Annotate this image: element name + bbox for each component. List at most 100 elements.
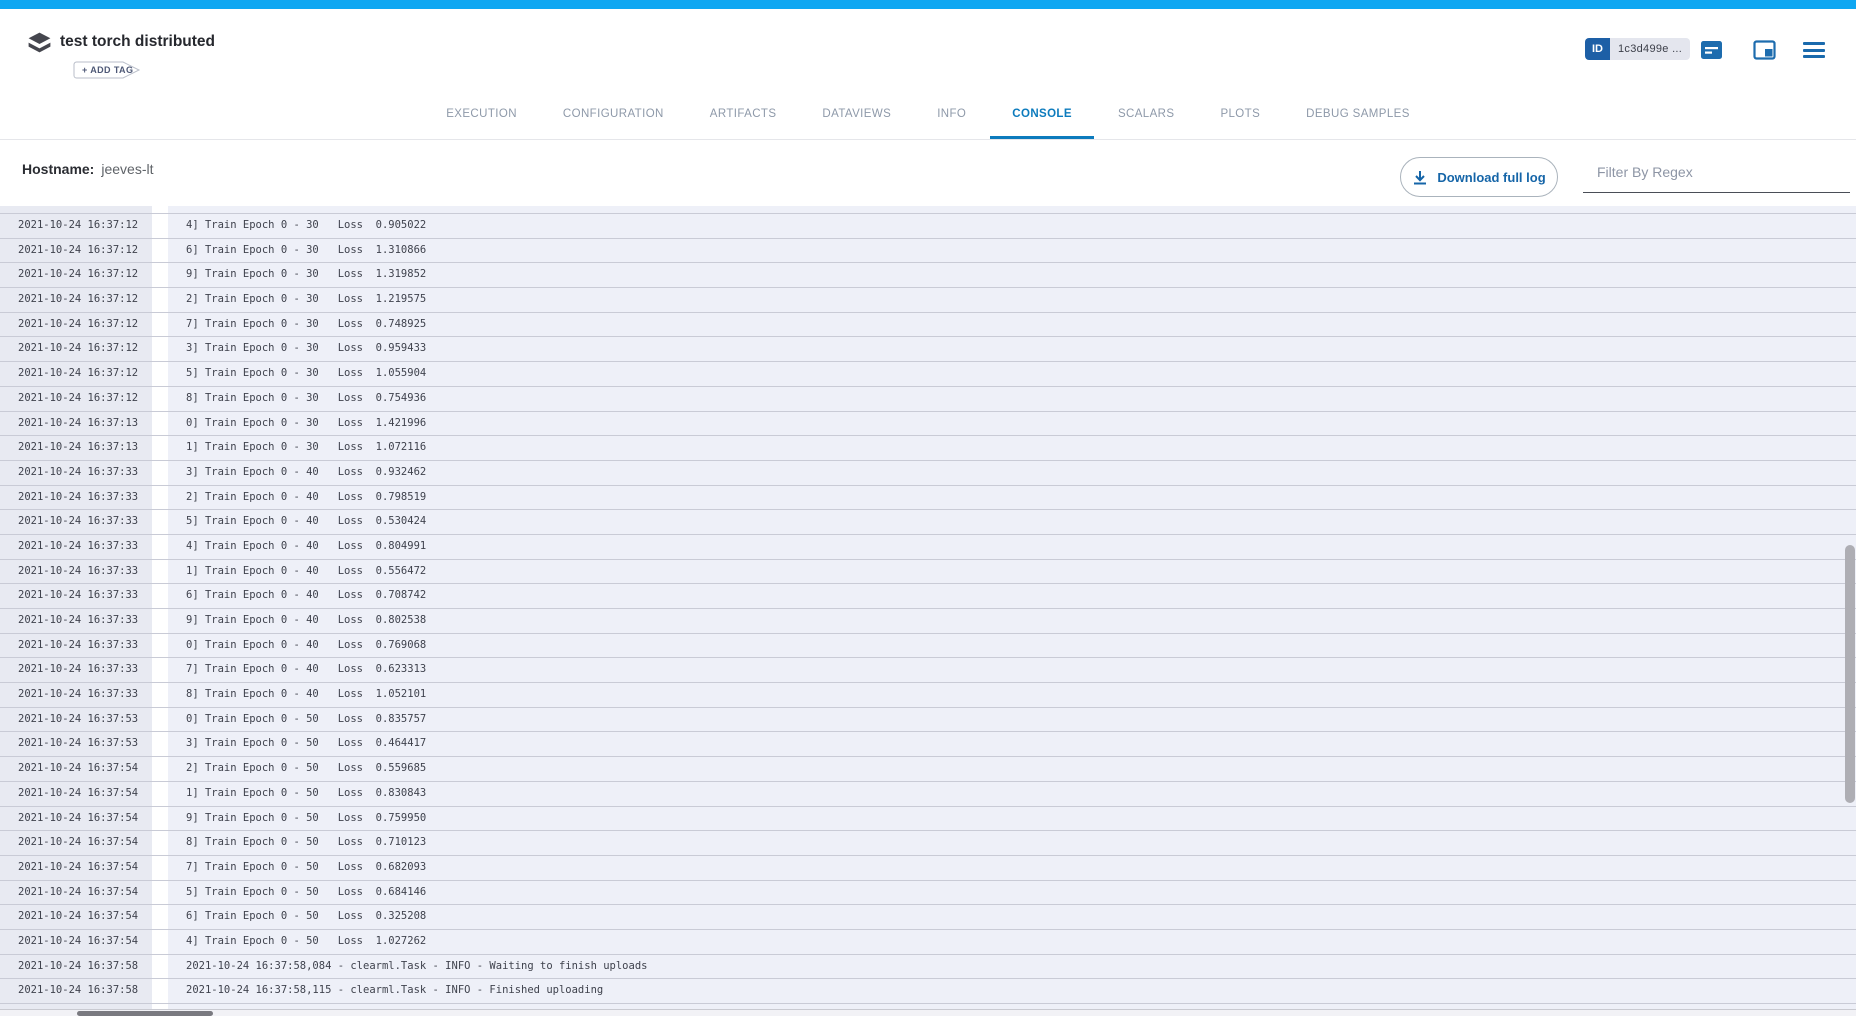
download-icon bbox=[1412, 170, 1428, 185]
page-title: test torch distributed bbox=[60, 33, 215, 51]
log-timestamp: 2021-10-24 16:37:33 bbox=[0, 535, 152, 559]
log-message: 2] Train Epoch 0 - 30 Loss 1.219575 bbox=[168, 288, 1856, 312]
log-timestamp: 2021-10-24 16:37:54 bbox=[0, 757, 152, 781]
log-message: 4] Train Epoch 0 - 40 Loss 0.804991 bbox=[168, 535, 1856, 559]
log-timestamp: 2021-10-24 16:37:13 bbox=[0, 412, 152, 436]
hostname-line: Hostname:jeeves-lt bbox=[22, 161, 154, 177]
log-message: 2021-10-24 16:37:58,115 - clearml.Task -… bbox=[168, 979, 1856, 1003]
id-badge: ID bbox=[1585, 38, 1610, 60]
console-log: 2021-10-24 16:37:12 4] Train Epoch 0 - 30… bbox=[0, 206, 1856, 1016]
log-row: 2021-10-24 16:37:33 6] Train Epoch 0 - 40… bbox=[0, 584, 1856, 609]
console-output-icon[interactable] bbox=[1700, 40, 1723, 65]
log-row: 2021-10-24 16:37:582021-10-24 16:37:58,1… bbox=[0, 979, 1856, 1004]
log-message: 5] Train Epoch 0 - 40 Loss 0.530424 bbox=[168, 510, 1856, 534]
log-message: 0] Train Epoch 0 - 40 Loss 0.769068 bbox=[168, 634, 1856, 658]
log-cell-gap bbox=[152, 831, 168, 855]
menu-icon[interactable] bbox=[1803, 42, 1825, 62]
add-tag-button[interactable]: + ADD TAG bbox=[73, 61, 141, 79]
log-timestamp: 2021-10-24 16:37:54 bbox=[0, 881, 152, 905]
log-timestamp: 2021-10-24 16:37:33 bbox=[0, 510, 152, 534]
log-row: 2021-10-24 16:37:123] Train Epoch 0 - 30… bbox=[0, 337, 1856, 362]
log-message: 1] Train Epoch 0 - 30 Loss 1.072116 bbox=[168, 436, 1856, 460]
tab-plots[interactable]: PLOTS bbox=[1212, 89, 1268, 139]
log-row: 2021-10-24 16:37:13 1] Train Epoch 0 - 30… bbox=[0, 436, 1856, 461]
log-row: 2021-10-24 16:37:12 6] Train Epoch 0 - 30… bbox=[0, 239, 1856, 264]
log-cell-gap bbox=[152, 263, 168, 287]
tab-dataviews[interactable]: DATAVIEWS bbox=[814, 89, 899, 139]
log-row: 2021-10-24 16:37:582021-10-24 16:37:58,0… bbox=[0, 955, 1856, 980]
log-row: 2021-10-24 16:37:54 9] Train Epoch 0 - 50… bbox=[0, 807, 1856, 832]
log-timestamp: 2021-10-24 16:37:33 bbox=[0, 683, 152, 707]
log-message: 4] Train Epoch 0 - 30 Loss 0.905022 bbox=[168, 214, 1856, 238]
tab-artifacts[interactable]: ARTIFACTS bbox=[702, 89, 785, 139]
log-cell-gap bbox=[152, 732, 168, 756]
tab-scalars[interactable]: SCALARS bbox=[1110, 89, 1183, 139]
log-message: 2] Train Epoch 0 - 40 Loss 0.798519 bbox=[168, 486, 1856, 510]
log-row: 2021-10-24 16:37:129] Train Epoch 0 - 30… bbox=[0, 263, 1856, 288]
log-message: 6] Train Epoch 0 - 30 Loss 1.310866 bbox=[168, 239, 1856, 263]
log-cell-gap bbox=[152, 708, 168, 732]
log-message: 5] Train Epoch 0 - 50 Loss 0.684146 bbox=[168, 881, 1856, 905]
log-message: 3] Train Epoch 0 - 30 Loss 0.959433 bbox=[168, 337, 1856, 361]
log-message: 9] Train Epoch 0 - 40 Loss 0.802538 bbox=[168, 609, 1856, 633]
task-id-value: 1c3d499e ... bbox=[1610, 38, 1690, 60]
horizontal-scrollbar-thumb[interactable] bbox=[77, 1011, 213, 1016]
log-message: 3] Train Epoch 0 - 40 Loss 0.932462 bbox=[168, 461, 1856, 485]
log-timestamp: 2021-10-24 16:37:12 bbox=[0, 239, 152, 263]
vertical-scrollbar-thumb[interactable] bbox=[1845, 545, 1855, 803]
log-timestamp: 2021-10-24 16:37:13 bbox=[0, 436, 152, 460]
log-timestamp: 2021-10-24 16:37:54 bbox=[0, 782, 152, 806]
log-cell-gap bbox=[152, 584, 168, 608]
download-full-log-button[interactable]: Download full log bbox=[1400, 157, 1558, 197]
console-toolbar: Hostname:jeeves-lt Download full log bbox=[0, 141, 1856, 206]
hostname-label: Hostname: bbox=[22, 161, 94, 177]
clearml-task-page: COMPLETED test torch distributed + ADD T… bbox=[0, 0, 1856, 1016]
log-row: 2021-10-24 16:37:130] Train Epoch 0 - 30… bbox=[0, 412, 1856, 437]
log-cell-gap bbox=[152, 535, 168, 559]
tab-execution[interactable]: EXECUTION bbox=[438, 89, 525, 139]
log-cell-gap bbox=[152, 881, 168, 905]
log-message: 8] Train Epoch 0 - 40 Loss 1.052101 bbox=[168, 683, 1856, 707]
experiment-icon bbox=[26, 30, 53, 62]
log-timestamp: 2021-10-24 16:37:12 bbox=[0, 214, 152, 238]
log-cell-gap bbox=[152, 461, 168, 485]
log-timestamp: 2021-10-24 16:37:54 bbox=[0, 807, 152, 831]
log-message: 6] Train Epoch 0 - 50 Loss 0.325208 bbox=[168, 905, 1856, 929]
task-id-chip[interactable]: ID 1c3d499e ... bbox=[1585, 38, 1690, 60]
tab-info[interactable]: INFO bbox=[929, 89, 974, 139]
log-timestamp: 2021-10-24 16:37:33 bbox=[0, 486, 152, 510]
log-message: 8] Train Epoch 0 - 50 Loss 0.710123 bbox=[168, 831, 1856, 855]
log-message: 2] Train Epoch 0 - 50 Loss 0.559685 bbox=[168, 757, 1856, 781]
log-message: 5] Train Epoch 0 - 30 Loss 1.055904 bbox=[168, 362, 1856, 386]
horizontal-scrollbar[interactable] bbox=[0, 1009, 1856, 1016]
log-timestamp: 2021-10-24 16:37:12 bbox=[0, 288, 152, 312]
log-timestamp: 2021-10-24 16:37:12 bbox=[0, 387, 152, 411]
log-message: 8] Train Epoch 0 - 30 Loss 0.754936 bbox=[168, 387, 1856, 411]
log-row: 2021-10-24 16:37:12 4] Train Epoch 0 - 30… bbox=[0, 214, 1856, 239]
log-timestamp: 2021-10-24 16:37:33 bbox=[0, 560, 152, 584]
log-timestamp: 2021-10-24 16:37:33 bbox=[0, 461, 152, 485]
log-timestamp: 2021-10-24 16:37:53 bbox=[0, 732, 152, 756]
log-timestamp: 2021-10-24 16:37:33 bbox=[0, 609, 152, 633]
log-timestamp: 2021-10-24 16:37:54 bbox=[0, 930, 152, 954]
log-cell-gap bbox=[152, 206, 168, 213]
log-cell-gap bbox=[152, 905, 168, 929]
log-timestamp: 2021-10-24 16:37:54 bbox=[0, 905, 152, 929]
log-message: 2021-10-24 16:37:58,084 - clearml.Task -… bbox=[168, 955, 1856, 979]
log-timestamp: 2021-10-24 16:37:33 bbox=[0, 634, 152, 658]
log-message: 9] Train Epoch 0 - 50 Loss 0.759950 bbox=[168, 807, 1856, 831]
tab-debug-samples[interactable]: DEBUG SAMPLES bbox=[1298, 89, 1418, 139]
log-row: 2021-10-24 16:37:33 8] Train Epoch 0 - 40… bbox=[0, 683, 1856, 708]
log-cell-gap bbox=[152, 337, 168, 361]
log-cell-gap bbox=[152, 955, 168, 979]
log-timestamp: 2021-10-24 16:37:33 bbox=[0, 584, 152, 608]
tab-console[interactable]: CONSOLE bbox=[1004, 89, 1080, 139]
tab-configuration[interactable]: CONFIGURATION bbox=[555, 89, 672, 139]
log-cell-gap bbox=[152, 683, 168, 707]
log-message: 0] Train Epoch 0 - 50 Loss 0.835757 bbox=[168, 708, 1856, 732]
details-panel-icon[interactable] bbox=[1753, 40, 1776, 65]
filter-regex-input[interactable] bbox=[1583, 158, 1850, 193]
log-cell-gap bbox=[152, 288, 168, 312]
log-row: 2021-10-24 16:37:33 3] Train Epoch 0 - 40… bbox=[0, 461, 1856, 486]
log-message: 6] Train Epoch 0 - 40 Loss 0.708742 bbox=[168, 584, 1856, 608]
